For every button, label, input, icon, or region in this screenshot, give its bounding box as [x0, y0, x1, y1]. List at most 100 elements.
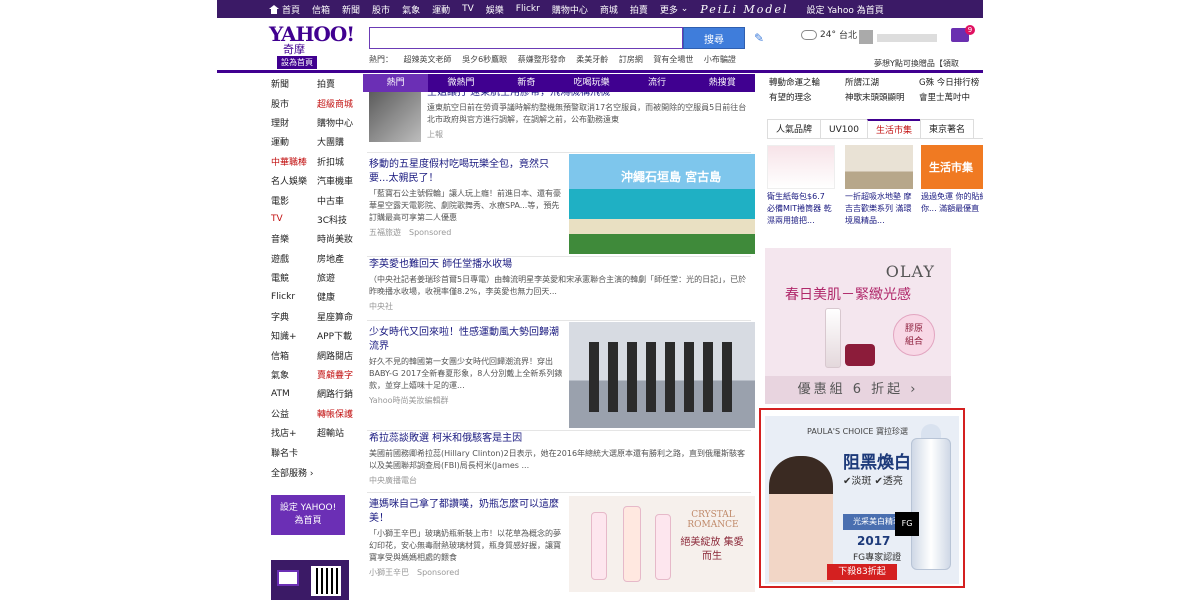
service-link[interactable]: 中華職棒: [271, 155, 317, 168]
service-link[interactable]: 字典: [271, 310, 317, 323]
nav-mall[interactable]: 商城: [600, 3, 618, 16]
service-link[interactable]: 網路閱店: [317, 349, 363, 362]
service-link[interactable]: 電影: [271, 194, 317, 207]
olay-ad-banner[interactable]: OLAY 春日美肌－緊緻光感 膠原 組合 優惠組 6 折起 ›: [765, 248, 951, 404]
hot-search-link[interactable]: 賀有全場世: [653, 55, 693, 64]
nav-flickr[interactable]: Flickr: [516, 4, 540, 14]
product-caption[interactable]: 過過免運 你的貼紙你... 滿額最優直: [921, 191, 983, 215]
all-services-link[interactable]: 全部服務 ›: [271, 466, 363, 479]
news-item[interactable]: 連媽咪自己拿了都讚嘆，奶瓶怎麼可以這麼美！ 「小獅王辛巴」玻璃奶瓶新裝上市！以花…: [369, 498, 565, 578]
service-link[interactable]: 房地產: [317, 252, 363, 265]
service-link[interactable]: 理財: [271, 116, 317, 129]
search-input[interactable]: [369, 27, 683, 49]
weather-widget[interactable]: 24° 台北: [801, 28, 857, 41]
okinawa-ad-image[interactable]: 沖繩石垣島 宮古島: [569, 154, 755, 254]
promo-link[interactable]: G殊 今日排行榜: [919, 76, 979, 88]
service-link[interactable]: 電競: [271, 271, 317, 284]
news-title[interactable]: 空姐讓打 遠東航空用膠帶，飛鴻機構飛機: [427, 92, 749, 100]
tab-tokyo[interactable]: 東京著名: [919, 119, 974, 138]
service-link[interactable]: 遊戲: [271, 252, 317, 265]
news-item[interactable]: 空姐讓打 遠東航空用膠帶，飛鴻機構飛機 遠東航空日前在勞資爭議時解約整機無預警取…: [427, 92, 749, 140]
nav-entertainment[interactable]: 娛樂: [486, 3, 504, 16]
pencil-icon[interactable]: ✎: [754, 31, 766, 45]
news-title[interactable]: 希拉蕊談敗選 柯米和俄駭客是主因: [369, 432, 749, 446]
service-link[interactable]: 折扣城: [317, 155, 363, 168]
service-link[interactable]: TV: [271, 214, 317, 224]
service-link[interactable]: 轉帳保護: [317, 407, 363, 420]
tab-uv100[interactable]: UV100: [820, 119, 868, 138]
news-title[interactable]: 移動的五星度假村吃喝玩樂全包，竟然只要...太親民了！: [369, 158, 565, 186]
nav-shopping[interactable]: 購物中心: [552, 3, 588, 16]
nav-mail[interactable]: 信箱: [312, 3, 330, 16]
promo-link[interactable]: 有望的理念: [769, 91, 812, 103]
service-link[interactable]: 購物中心: [317, 116, 363, 129]
news-thumbnail[interactable]: [369, 92, 421, 142]
service-link[interactable]: 名人娛樂: [271, 174, 317, 187]
service-link[interactable]: APP下載: [317, 329, 363, 342]
hot-search-link[interactable]: 吳夕6秒鷹眼: [462, 55, 507, 64]
hot-search-link[interactable]: 超辣英文老師: [404, 55, 452, 64]
promo-link[interactable]: 轉動命運之輪: [769, 76, 820, 88]
hot-search-link[interactable]: 蔡嫌整形發命: [518, 55, 566, 64]
baby-bottle-ad-image[interactable]: CRYSTAL ROMANCE 絕美綻放 集愛而生: [569, 496, 755, 592]
service-link[interactable]: 大團購: [317, 135, 363, 148]
service-link[interactable]: 網路行銷: [317, 387, 363, 400]
service-link[interactable]: 公益: [271, 407, 317, 420]
nav-news[interactable]: 新聞: [342, 3, 360, 16]
product-tile[interactable]: 衛生紙每包$6.7 必備MIT捲筒器 乾濕兩用搶把...: [767, 145, 835, 227]
girls-generation-image[interactable]: [569, 322, 755, 428]
nav-tv[interactable]: TV: [462, 4, 474, 14]
tab-trending[interactable]: 微熱門: [428, 74, 493, 92]
tab-hot[interactable]: 熱門: [363, 74, 429, 92]
news-title[interactable]: 李英愛也難回天 師任堂播水收場: [369, 258, 749, 272]
tab-fashion[interactable]: 流行: [624, 74, 689, 92]
tab-life-market[interactable]: 生活市集: [866, 119, 921, 138]
service-link[interactable]: 中古車: [317, 194, 363, 207]
nav-more[interactable]: 更多 ⌄: [660, 3, 688, 16]
logo-set-home-button[interactable]: 設為首頁: [277, 56, 317, 69]
nav-sports[interactable]: 運動: [432, 3, 450, 16]
yahoo-logo[interactable]: YAHOO! 奇摩 設為首頁: [269, 24, 355, 69]
news-item[interactable]: 李英愛也難回天 師任堂播水收場 （中央社記者姜瑞珍首爾5日專電）由韓流明星李英愛…: [369, 258, 749, 312]
service-link[interactable]: 時尚美妝: [317, 232, 363, 245]
hot-search-link[interactable]: 小布騙證: [704, 55, 736, 64]
product-caption[interactable]: 一折超吸水地墊 摩吉吉歡樂系列 滿環境風精品...: [845, 191, 913, 227]
news-item[interactable]: 移動的五星度假村吃喝玩樂全包，竟然只要...太親民了！ 「藍寶石公主號假輪」讓人…: [369, 158, 565, 238]
nav-stocks[interactable]: 股市: [372, 3, 390, 16]
service-link[interactable]: 旅遊: [317, 271, 363, 284]
avatar[interactable]: [859, 30, 873, 44]
service-link[interactable]: Flickr: [271, 292, 317, 302]
service-link[interactable]: 超輸站: [317, 426, 363, 439]
service-link[interactable]: 拍賣: [317, 77, 363, 90]
hot-search-link[interactable]: 柔美牙齡: [576, 55, 608, 64]
service-link[interactable]: 星座算命: [317, 310, 363, 323]
promo-link[interactable]: 會里士萬吋中: [919, 91, 970, 103]
news-item[interactable]: 希拉蕊談敗選 柯米和俄駭客是主因 美國前國務卿希拉蕊(Hillary Clint…: [369, 432, 749, 486]
promo-link[interactable]: 所謂江湖: [845, 76, 879, 88]
tab-popular-brands[interactable]: 人氣品牌: [767, 119, 822, 138]
set-homepage-link[interactable]: 設定 Yahoo 為首頁: [807, 3, 884, 16]
hot-search-link[interactable]: 訂房網: [619, 55, 643, 64]
paulas-choice-ad[interactable]: PAULA'S CHOICE 寶拉珍選 阻黑煥白 ✔淡斑 ✔透亮 光采美白精華液…: [765, 416, 959, 584]
tab-novel[interactable]: 新奇: [494, 74, 559, 92]
promo-link[interactable]: 神歌末頭頭顯明: [845, 91, 905, 103]
product-caption[interactable]: 衛生紙每包$6.7 必備MIT捲筒器 乾濕兩用搶把...: [767, 191, 835, 227]
service-link[interactable]: ATM: [271, 389, 317, 399]
tab-hot-search[interactable]: 熱搜賞: [690, 74, 755, 92]
nav-auction[interactable]: 拍賣: [630, 3, 648, 16]
paula-deal-button[interactable]: 下殺83折起: [827, 564, 897, 580]
nav-home[interactable]: 首頁: [269, 3, 300, 16]
app-download-ad[interactable]: [271, 560, 349, 600]
service-link[interactable]: 3C科技: [317, 213, 363, 226]
service-link[interactable]: 超級商城: [317, 97, 363, 110]
service-link[interactable]: 找店+: [271, 426, 317, 439]
service-link[interactable]: 音樂: [271, 232, 317, 245]
service-link[interactable]: 新聞: [271, 77, 317, 90]
service-link[interactable]: 股市: [271, 97, 317, 110]
service-link[interactable]: 汽車機車: [317, 174, 363, 187]
service-link[interactable]: 聯名卡: [271, 446, 317, 459]
service-link[interactable]: 賣顧疊字: [317, 368, 363, 381]
points-promo-link[interactable]: 夢想Y點可換贈品【領取: [874, 58, 959, 69]
product-tile[interactable]: 一折超吸水地墊 摩吉吉歡樂系列 滿環境風精品...: [845, 145, 913, 227]
service-link[interactable]: 信箱: [271, 349, 317, 362]
